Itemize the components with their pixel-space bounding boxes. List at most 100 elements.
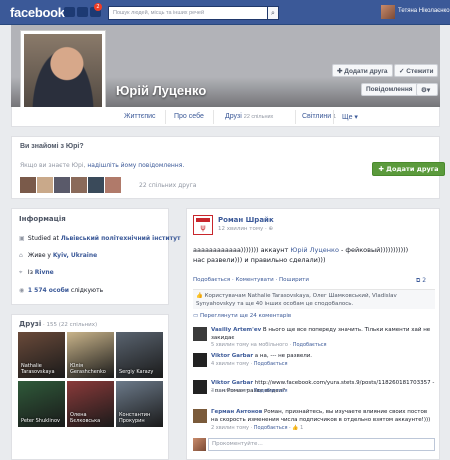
followers-icon: ◉ — [19, 287, 25, 294]
commenter-name[interactable]: Viktor Garbar — [211, 380, 253, 386]
comment: Viktor Garbar http://www.facebook.com/yu… — [193, 380, 435, 404]
mutual-friend-avatar[interactable] — [20, 177, 36, 193]
info-hometown: ⌖ Із Rivne — [19, 269, 54, 276]
globe-icon: ⊕ — [268, 226, 274, 232]
comment-text: Vasiliy Artem'ev В нього ще все попереду… — [211, 327, 435, 342]
commenter-name[interactable]: Герман Антонов — [211, 409, 262, 415]
tab-about[interactable]: Про себе — [174, 113, 204, 120]
tab-friends[interactable]: Друзі 22 спільних — [225, 113, 273, 120]
friend-name[interactable]: Nathalie Tarasovskaya — [21, 363, 65, 375]
mutual-friend-avatar[interactable] — [71, 177, 87, 193]
comment-body: а на, --- не развели. — [254, 353, 313, 359]
comment-like-count[interactable]: 1 — [300, 425, 303, 431]
ukraine-shield-icon: ψ — [196, 218, 210, 232]
avatar — [193, 438, 206, 451]
comment-like-link[interactable]: Подобається — [293, 342, 327, 348]
profile-picture[interactable] — [20, 30, 106, 116]
friend-tile[interactable]: Юлія Gerashchenko — [67, 332, 114, 378]
info-education: ▣ Studied at Львівський політехнічний ін… — [19, 235, 181, 242]
post-author-avatar[interactable]: ψ — [193, 215, 213, 235]
commenter-avatar[interactable] — [193, 327, 207, 341]
mutual-friend-avatar[interactable] — [37, 177, 53, 193]
comment-like-link[interactable]: Подобається — [254, 361, 288, 367]
mutual-friend-avatar[interactable] — [54, 177, 70, 193]
commenter-avatar[interactable] — [193, 353, 207, 367]
friends-card: Друзі · 155 (22 спільних) Nathalie Taras… — [11, 314, 169, 460]
tab-more[interactable]: Ще ▾ — [342, 113, 358, 121]
top-bar: facebook 2 Пошук людей, місць та інших р… — [0, 0, 450, 25]
tab-divider — [165, 110, 166, 124]
comment-meta: 2 хвилин тому · Подобається · 👍 1 — [211, 425, 304, 431]
commenter-avatar[interactable] — [193, 380, 207, 394]
mutual-friends-count[interactable]: 22 спільних друга — [139, 182, 196, 189]
profile-name[interactable]: Юрій Луценко — [116, 83, 206, 98]
do-you-know-card: Ви знайомі з Юрі? Якщо ви знаєте Юрі, на… — [11, 136, 445, 199]
friend-tile[interactable]: Peter Shuklinov — [18, 381, 65, 427]
tab-timeline[interactable]: Життєпис — [124, 113, 156, 120]
send-message-link[interactable]: надішліть йому повідомлення. — [87, 162, 184, 169]
post-text: аааааааааааа))))))) аккаунт Юрій Луценко… — [193, 246, 409, 264]
like-icon: 👍 — [292, 425, 301, 431]
friend-requests-icon[interactable] — [64, 7, 75, 17]
comment-text: Viktor Garbar а на, --- не развели. — [211, 353, 435, 361]
friends-heading[interactable]: Друзі · 155 (22 спільних) — [19, 320, 97, 328]
add-friend-button[interactable]: ✚ Додати друга — [332, 64, 393, 77]
friend-name[interactable]: Peter Shuklinov — [21, 418, 65, 424]
gear-icon[interactable]: ⚙▾ — [416, 83, 438, 96]
friend-tile[interactable]: Sergiy Karazy — [116, 332, 163, 378]
commenter-name[interactable]: Viktor Garbar — [211, 353, 253, 359]
svg-text:ψ: ψ — [200, 223, 205, 232]
tab-photos[interactable]: Світлини 1 — [302, 113, 336, 120]
friend-name[interactable]: Юлія Gerashchenko — [70, 363, 114, 375]
info-card: Інформація ▣ Studied at Львівський політ… — [11, 208, 180, 305]
mutual-friend-avatar[interactable] — [105, 177, 121, 193]
message-button[interactable]: Повідомлення — [361, 83, 418, 96]
facebook-logo[interactable]: facebook — [10, 5, 65, 20]
commenter-avatar[interactable] — [193, 409, 207, 423]
view-more-comments-link[interactable]: ▭ Переглянути ще 24 коментарів — [193, 313, 291, 319]
home-icon: ⌂ — [19, 252, 23, 259]
comment-text: Герман Антонов Роман, признайтесь, вы из… — [211, 409, 435, 424]
comment-icon: ▭ — [193, 313, 200, 319]
avatar[interactable] — [381, 5, 395, 19]
search-icon[interactable]: ⌕ — [267, 6, 279, 20]
comment: Герман Антонов Роман, признайтесь, вы из… — [193, 409, 435, 433]
messages-icon[interactable] — [77, 7, 88, 17]
tab-divider — [213, 110, 214, 124]
friend-tile[interactable]: Константин Прокурин — [116, 381, 163, 427]
add-friend-button[interactable]: ✚ Додати друга — [372, 162, 445, 176]
friend-name[interactable]: Олена Бєлковська — [70, 412, 114, 424]
comment: Viktor Garbar а на, --- не развели. 4 хви… — [193, 353, 435, 377]
likes-summary: 👍 Користувачам Nathalie Tarasovskaya, Ол… — [193, 289, 435, 309]
info-followers: ◉ 1 574 особи слідкують — [19, 287, 104, 294]
education-icon: ▣ — [19, 235, 25, 242]
share-icon: ⧉ — [416, 277, 421, 284]
comment-meta: 3 хвилин тому · Подобається — [211, 388, 288, 394]
post-actions[interactable]: Подобається · Коментувати · Поширити — [193, 277, 309, 283]
info-heading: Інформація — [19, 215, 66, 223]
profile-photo — [24, 34, 102, 112]
post-author[interactable]: Роман Шрайк — [218, 216, 274, 224]
info-lives: ⌂ Живе у Kyiv, Ukraine — [19, 252, 98, 259]
friend-tile[interactable]: Nathalie Tarasovskaya — [18, 332, 65, 378]
comment-like-link[interactable]: Подобається — [254, 388, 288, 394]
follow-button[interactable]: ✓ Стежити — [394, 64, 439, 77]
search-input[interactable]: Пошук людей, місць та інших речей — [108, 6, 276, 20]
mutual-friend-avatar[interactable] — [88, 177, 104, 193]
comment-meta: 5 хвилин тому на мобільного · Подобаєтьс… — [211, 342, 327, 348]
user-name[interactable]: Тетяна Ніколаєнко — [398, 8, 450, 14]
do-you-know-text: Якщо ви знаєте Юрі, надішліть йому повід… — [20, 162, 185, 169]
friend-name[interactable]: Sergiy Karazy — [119, 369, 163, 375]
friend-tile[interactable]: Олена Бєлковська — [67, 381, 114, 427]
comment: Vasiliy Artem'ev В нього ще все попереду… — [193, 327, 435, 351]
comment-like-link[interactable]: Подобається · — [254, 425, 293, 431]
comment-input[interactable]: Прокоментуйте… — [208, 438, 435, 451]
notification-badge: 2 — [94, 3, 102, 11]
commenter-name[interactable]: Vasiliy Artem'ev — [211, 327, 261, 333]
friend-name[interactable]: Константин Прокурин — [119, 412, 163, 424]
share-count[interactable]: ⧉ 2 — [416, 277, 426, 285]
mention-link[interactable]: Юрій Луценко — [290, 246, 339, 254]
like-icon: 👍 — [196, 293, 203, 299]
post-time[interactable]: 12 хвилин тому · ⊕ — [218, 226, 273, 232]
timeline-post: ψ Роман Шрайк 12 хвилин тому · ⊕ ааааааа… — [186, 208, 440, 460]
